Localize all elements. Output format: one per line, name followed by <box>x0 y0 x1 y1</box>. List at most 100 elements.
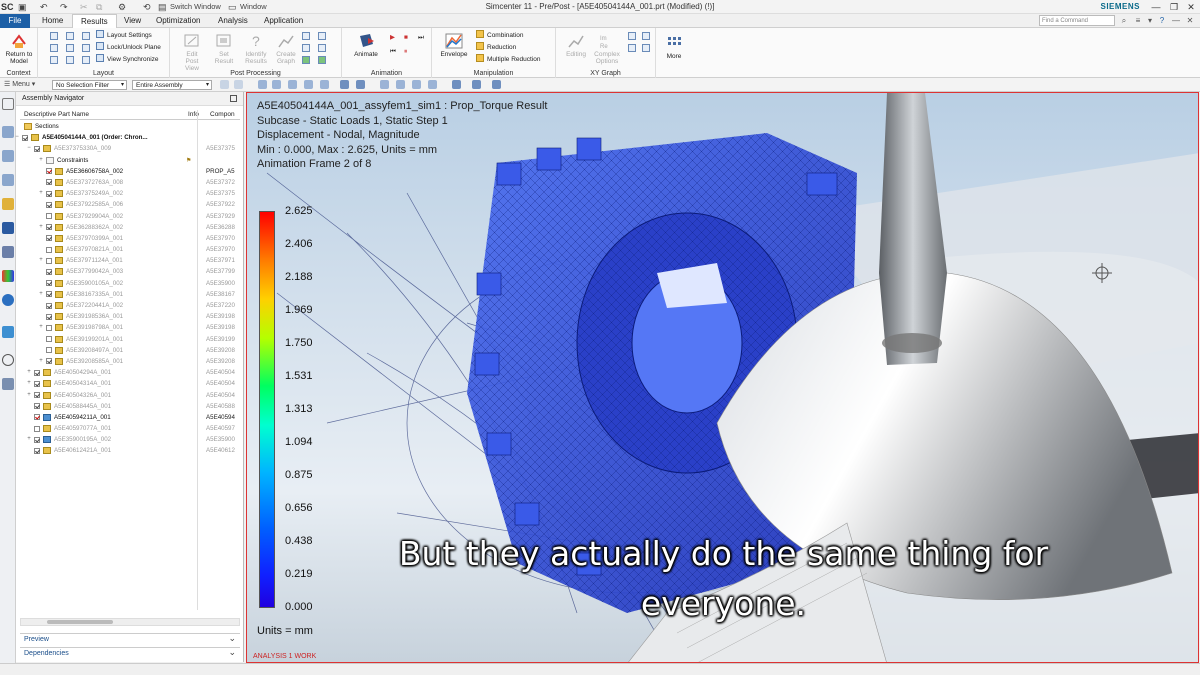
visibility-checkbox[interactable] <box>46 347 52 354</box>
collapse-icon[interactable]: − <box>26 143 32 154</box>
visibility-checkbox[interactable] <box>46 190 52 197</box>
tree-row[interactable]: + A5E40504314A_001 A5E40504 <box>20 378 240 389</box>
select-tool-2-icon[interactable] <box>234 80 243 89</box>
layout-9-icon[interactable] <box>82 56 90 64</box>
tab-view[interactable]: View <box>116 14 149 28</box>
save-icon[interactable]: ▣ <box>18 1 27 13</box>
roles-icon[interactable] <box>2 378 14 390</box>
tree-row[interactable]: A5E39208497A_001 A5E39208 <box>20 345 240 356</box>
snap-2-icon[interactable] <box>272 80 281 89</box>
display-3-icon[interactable] <box>492 80 501 89</box>
lock-unlock-plane-button[interactable]: Lock/Unlock Plane <box>96 42 161 53</box>
snap-5-icon[interactable] <box>320 80 329 89</box>
layout-1-icon[interactable] <box>50 32 58 40</box>
tree-row[interactable]: A5E35900105A_002 A5E35900 <box>20 278 240 289</box>
color-palette-icon[interactable] <box>2 270 14 282</box>
tree-row[interactable]: A5E37929904A_002 A5E37929 <box>20 211 240 222</box>
expand-icon[interactable]: + <box>38 222 44 233</box>
cut-icon[interactable]: ✂ <box>80 1 88 13</box>
xy-tool-3-icon[interactable] <box>628 44 636 52</box>
repeat-icon[interactable]: ⟲ <box>143 1 151 13</box>
post-tool-6-icon[interactable] <box>318 56 326 64</box>
render-4-icon[interactable] <box>428 80 437 89</box>
web-browser-icon[interactable] <box>2 294 14 306</box>
render-3-icon[interactable] <box>412 80 421 89</box>
tree-row[interactable]: A5E37970399A_001 A5E37970 <box>20 233 240 244</box>
clock-icon[interactable] <box>2 354 14 366</box>
selection-scope-dropdown[interactable]: Entire Assembly <box>132 80 212 90</box>
visibility-checkbox[interactable] <box>34 414 40 421</box>
display-1-icon[interactable] <box>452 80 461 89</box>
multiple-reduction-button[interactable]: Multiple Reduction <box>476 54 540 65</box>
render-1-icon[interactable] <box>380 80 389 89</box>
scrollbar-thumb[interactable] <box>47 620 113 624</box>
switch-window-button[interactable]: Switch Window <box>170 1 221 13</box>
help-icon[interactable]: ? <box>1156 14 1168 28</box>
layout-6-icon[interactable] <box>66 56 74 64</box>
post-tool-2-icon[interactable] <box>318 32 326 40</box>
expand-icon[interactable]: + <box>26 390 32 401</box>
tree-row[interactable]: + A5E35900195A_002 A5E35900 <box>20 434 240 445</box>
visibility-checkbox[interactable] <box>34 447 40 454</box>
tree-row[interactable]: A5E37922585A_006 A5E37922 <box>20 199 240 210</box>
pause-icon[interactable]: ⏸ <box>404 46 407 57</box>
more-button[interactable]: More <box>660 34 688 60</box>
envelope-button[interactable]: Envelope <box>438 32 470 58</box>
search-icon[interactable]: ⌕ <box>1118 14 1130 28</box>
visibility-checkbox[interactable] <box>46 313 52 320</box>
dependencies-panel-header[interactable]: Dependencies <box>20 646 240 659</box>
simulation-navigator-icon[interactable] <box>2 126 14 138</box>
xy-tool-4-icon[interactable] <box>642 44 650 52</box>
layout-8-icon[interactable] <box>82 44 90 52</box>
layout-5-icon[interactable] <box>66 44 74 52</box>
snap-3-icon[interactable] <box>288 80 297 89</box>
visibility-checkbox[interactable] <box>46 213 52 219</box>
reuse-library-icon[interactable] <box>2 246 14 258</box>
dropdown-icon[interactable]: ▾ <box>1144 14 1156 28</box>
tree-row[interactable]: A5E40594211A_001 A5E40594 <box>20 412 240 423</box>
step-forward-icon[interactable]: ⏭ <box>418 32 424 43</box>
tab-optimization[interactable]: Optimization <box>148 14 208 28</box>
post-tool-4-icon[interactable] <box>318 44 326 52</box>
expand-icon[interactable]: + <box>38 356 44 367</box>
expand-icon[interactable]: + <box>26 434 32 445</box>
tree-row[interactable]: A5E39198536A_001 A5E39198 <box>20 311 240 322</box>
options-icon[interactable]: ≡ <box>1132 14 1144 28</box>
tree-row[interactable]: + A5E36288362A_002 A5E36288 <box>20 222 240 233</box>
menu-button[interactable]: ☰ Menu ▾ <box>4 79 35 91</box>
post-tool-1-icon[interactable] <box>302 32 310 40</box>
redo-icon[interactable]: ↷ <box>60 1 68 13</box>
undo-icon[interactable]: ↶ <box>40 1 48 13</box>
layout-3-icon[interactable] <box>50 56 58 64</box>
tree-row[interactable]: A5E39199201A_001 A5E39199 <box>20 334 240 345</box>
visibility-checkbox[interactable] <box>34 392 40 398</box>
tree-row[interactable]: A5E37220441A_002 A5E37220 <box>20 300 240 311</box>
tree-row[interactable]: A5E37372763A_008 A5E37372 <box>20 177 240 188</box>
render-2-icon[interactable] <box>396 80 405 89</box>
visibility-checkbox[interactable] <box>46 302 52 309</box>
visibility-checkbox[interactable] <box>34 425 40 432</box>
expand-icon[interactable]: + <box>38 155 44 166</box>
visibility-checkbox[interactable] <box>34 436 40 443</box>
expand-icon[interactable]: + <box>38 322 44 333</box>
visibility-checkbox[interactable] <box>34 369 40 376</box>
view-2-icon[interactable] <box>356 80 365 89</box>
constraint-navigator-icon[interactable] <box>2 198 14 210</box>
assembly-navigator-icon[interactable] <box>2 150 14 162</box>
command-search-input[interactable]: Find a Command <box>1039 15 1115 26</box>
preview-panel-header[interactable]: Preview <box>20 632 240 645</box>
play-icon[interactable]: ▶ <box>390 32 395 43</box>
expand-icon[interactable]: + <box>26 378 32 389</box>
maximize-icon[interactable] <box>230 95 237 102</box>
tree-row[interactable]: A5E40588445A_001 A5E40588 <box>20 401 240 412</box>
visibility-checkbox[interactable] <box>46 358 52 365</box>
expand-icon[interactable]: + <box>38 255 44 266</box>
expand-icon[interactable]: + <box>38 188 44 199</box>
collapse-icon[interactable]: − <box>14 132 20 143</box>
layout-4-icon[interactable] <box>66 32 74 40</box>
select-tool-1-icon[interactable] <box>220 80 229 89</box>
view-synchronize-button[interactable]: View Synchronize <box>96 54 159 65</box>
tree-row[interactable]: + A5E38167335A_001 A5E38167 <box>20 289 240 300</box>
settings-resource-icon[interactable] <box>2 98 14 110</box>
combination-button[interactable]: Combination <box>476 30 524 41</box>
